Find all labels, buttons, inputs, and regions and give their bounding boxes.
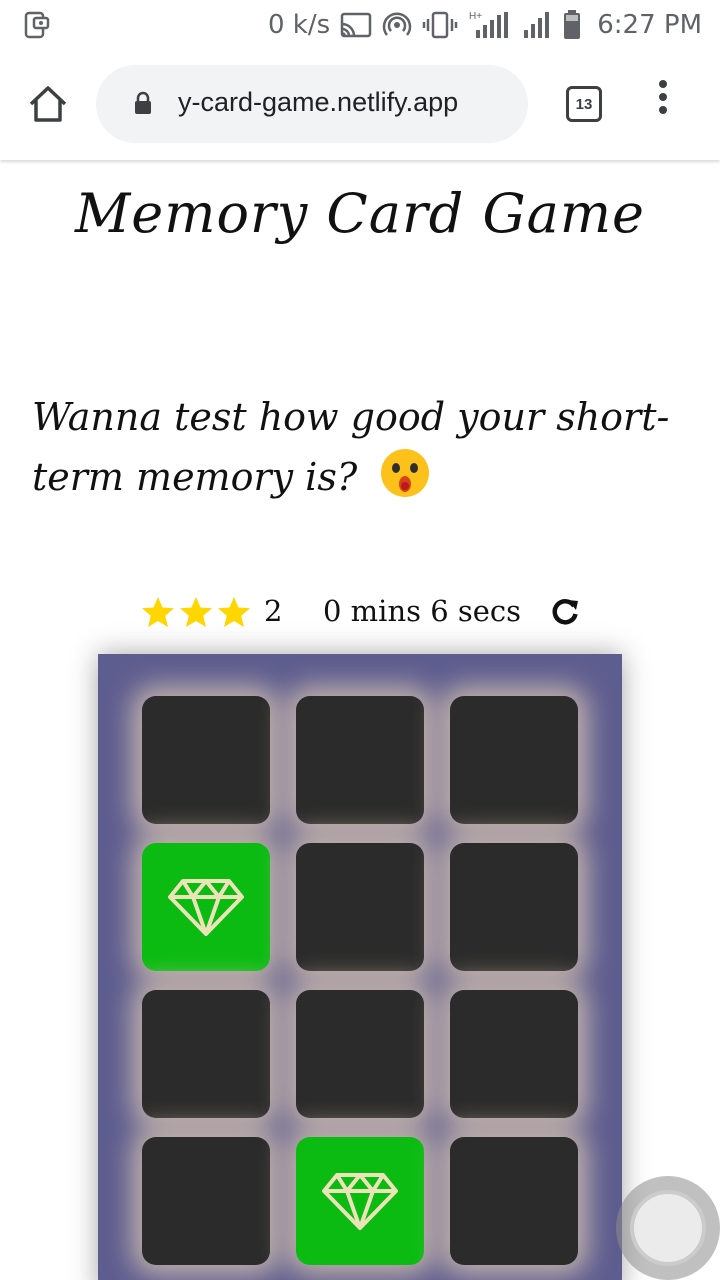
page-title: Memory Card Game [74,182,645,245]
signal-icon: H+ [469,11,508,38]
memory-card[interactable] [450,696,578,824]
diamond-icon [322,1173,398,1230]
memory-card[interactable] [296,843,424,971]
star-icon [142,597,174,627]
memory-card[interactable] [450,843,578,971]
card-deck [98,654,622,1280]
url-text[interactable]: y-card-game.netlify.app [178,87,458,118]
memory-card[interactable] [450,990,578,1118]
timer: 0 mins 6 secs [323,594,522,628]
assistive-touch-button[interactable] [616,1176,720,1280]
memory-card[interactable] [142,843,270,971]
lock-icon [135,91,151,114]
star-icon [218,597,250,627]
more-options-icon[interactable] [650,80,676,124]
diamond-icon [168,879,244,936]
address-bar[interactable]: y-card-game.netlify.app [96,65,528,143]
cast-icon [340,12,372,38]
home-icon[interactable] [26,82,70,126]
battery-icon [564,10,580,39]
star-rating [140,594,252,630]
status-icons: H+ [340,8,582,42]
browser-toolbar: y-card-game.netlify.app 13 [0,50,720,160]
memory-card[interactable] [296,1137,424,1265]
memory-card[interactable] [296,990,424,1118]
signal-icon-2 [524,12,549,38]
astonished-face-icon [381,449,430,497]
status-bar: 0 k/s H+ 6:27 PM [0,0,720,50]
svg-text:H+: H+ [469,11,482,22]
moves-counter: 2 [264,594,283,628]
restart-icon[interactable] [550,597,580,627]
score-panel: 2 0 mins 6 secs [140,590,600,634]
tab-switcher-button[interactable]: 13 [566,86,602,122]
assistive-touch-inner [630,1190,706,1266]
hotspot-icon [382,12,412,36]
page: 0 k/s H+ 6:27 PM y-card-game.netlify.app… [0,0,720,1280]
clock: 6:27 PM [597,10,702,40]
intro-text: Wanna test how good your short-term memo… [32,388,672,506]
vibrate-icon [422,11,458,39]
memory-card[interactable] [296,696,424,824]
intro-label: Wanna test how good your short-term memo… [32,395,670,499]
memory-card[interactable] [450,1137,578,1265]
network-speed: 0 k/s [268,10,331,40]
memory-card[interactable] [142,696,270,824]
memory-card[interactable] [142,1137,270,1265]
memory-card[interactable] [142,990,270,1118]
star-icon [180,597,212,627]
screenshot-icon [24,11,50,39]
